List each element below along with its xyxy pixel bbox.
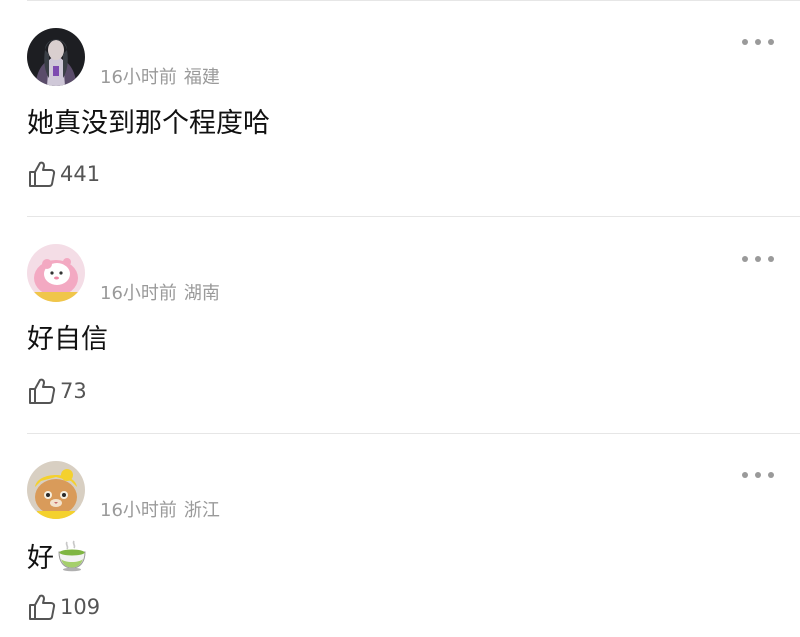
comment-location: 湖南 xyxy=(183,283,220,304)
thumbs-up-icon xyxy=(29,594,56,620)
comment-divider xyxy=(27,216,800,217)
like-button[interactable]: 73 xyxy=(27,376,87,406)
avatar[interactable] xyxy=(27,461,85,519)
thumbs-up-icon xyxy=(29,378,56,404)
like-count: 73 xyxy=(60,379,87,403)
tea-emoji-icon xyxy=(55,540,89,580)
more-options-icon[interactable] xyxy=(742,470,774,480)
more-options-icon[interactable] xyxy=(742,37,774,47)
comment-meta: 16小时前 湖南 xyxy=(100,279,220,305)
like-button[interactable]: 441 xyxy=(27,159,100,189)
comment-divider xyxy=(27,433,800,434)
avatar[interactable] xyxy=(27,28,85,86)
like-button[interactable]: 109 xyxy=(27,592,100,622)
top-divider xyxy=(27,0,800,1)
pink-cartoon-avatar-icon xyxy=(27,244,85,302)
comment-text-content: 好 xyxy=(27,543,54,574)
comment-text: 好自信 xyxy=(27,324,108,355)
cat-with-yellow-hat-avatar-icon xyxy=(27,461,85,519)
comment-location: 福建 xyxy=(183,67,220,88)
comment-meta: 16小时前 福建 xyxy=(100,63,220,89)
comment-text: 好 xyxy=(27,540,89,580)
more-options-icon[interactable] xyxy=(742,254,774,264)
thumbs-up-icon xyxy=(29,161,56,187)
like-count: 441 xyxy=(60,162,101,186)
comment-text: 她真没到那个程度哈 xyxy=(27,108,270,139)
avatar[interactable] xyxy=(27,244,85,302)
comment-time: 16小时前 xyxy=(100,500,177,521)
dark-hair-character-avatar-icon xyxy=(27,28,85,86)
comment-time: 16小时前 xyxy=(100,283,177,304)
comment-time: 16小时前 xyxy=(100,67,177,88)
comment-location: 浙江 xyxy=(183,500,220,521)
like-count: 109 xyxy=(60,595,101,619)
comment-meta: 16小时前 浙江 xyxy=(100,496,220,522)
